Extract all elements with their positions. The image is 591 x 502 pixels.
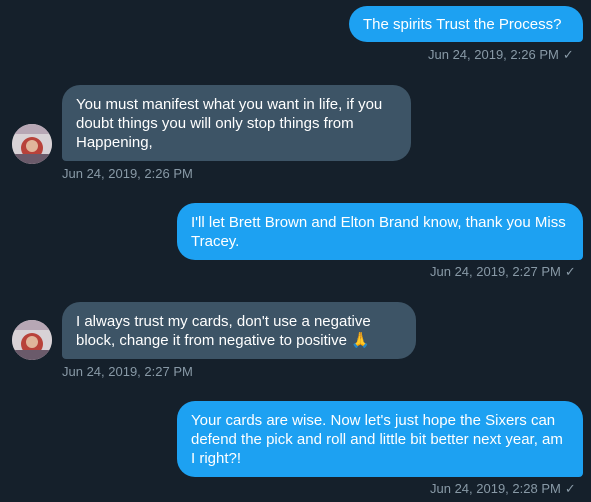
avatar-icon[interactable] xyxy=(12,320,52,360)
message-bubble[interactable]: You must manifest what you want in life,… xyxy=(62,85,411,161)
message-bubble[interactable]: I'll let Brett Brown and Elton Brand kno… xyxy=(177,203,583,260)
avatar-icon[interactable] xyxy=(12,124,52,164)
message-timestamp: Jun 24, 2019, 2:27 PM xyxy=(62,364,193,379)
check-icon: ✓ xyxy=(564,264,576,279)
message-timestamp: Jun 24, 2019, 2:28 PM ✓ xyxy=(430,481,576,496)
message-text: Your cards are wise. Now let's just hope… xyxy=(191,412,563,467)
message-bubble[interactable]: Your cards are wise. Now let's just hope… xyxy=(177,401,583,477)
message-text: I'll let Brett Brown and Elton Brand kno… xyxy=(191,214,566,250)
check-icon: ✓ xyxy=(564,481,576,496)
message-text: You must manifest what you want in life,… xyxy=(76,96,383,151)
message-timestamp: Jun 24, 2019, 2:26 PM ✓ xyxy=(428,47,574,62)
message-timestamp: Jun 24, 2019, 2:26 PM xyxy=(62,166,193,181)
message-bubble[interactable]: The spirits Trust the Process? xyxy=(349,6,583,42)
message-text: The spirits Trust the Process? xyxy=(363,16,562,33)
message-timestamp: Jun 24, 2019, 2:27 PM ✓ xyxy=(430,264,576,279)
message-text: I always trust my cards, don't use a neg… xyxy=(76,313,371,349)
check-icon: ✓ xyxy=(562,47,574,62)
message-bubble[interactable]: I always trust my cards, don't use a neg… xyxy=(62,302,416,359)
